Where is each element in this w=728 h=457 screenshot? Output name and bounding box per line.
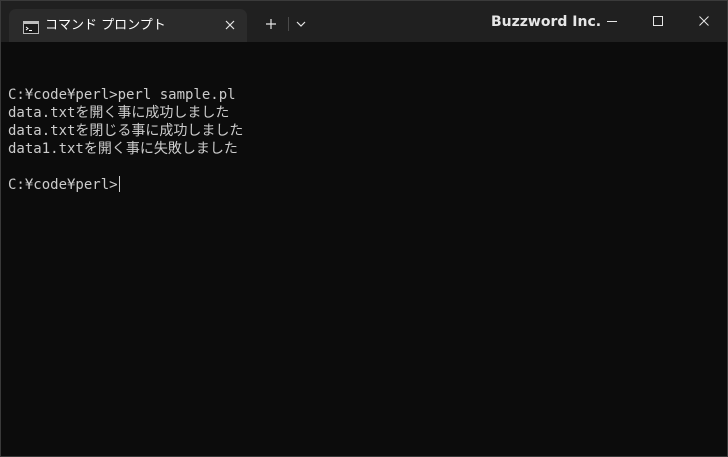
terminal-line: C:¥code¥perl>perl sample.pl <box>8 87 236 103</box>
terminal-prompt: C:¥code¥perl> <box>8 177 118 193</box>
plus-icon <box>266 19 276 29</box>
command-prompt-icon <box>23 19 39 34</box>
terminal-window: コマンド プロンプト Buzzword Inc. C:¥code¥perl>pe… <box>0 0 728 457</box>
close-icon <box>225 20 235 30</box>
title-bar[interactable]: コマンド プロンプト Buzzword Inc. <box>1 1 727 42</box>
close-icon <box>699 16 709 26</box>
maximize-button[interactable] <box>635 1 681 41</box>
chevron-down-icon <box>296 21 306 27</box>
terminal-line: data.txtを閉じる事に成功しました <box>8 123 244 139</box>
window-close-button[interactable] <box>681 1 727 41</box>
maximize-icon <box>653 16 663 26</box>
new-tab-button[interactable] <box>259 12 283 36</box>
minimize-icon <box>607 21 617 22</box>
terminal-line: data.txtを開く事に成功しました <box>8 105 230 121</box>
tab-command-prompt[interactable]: コマンド プロンプト <box>9 9 247 42</box>
brand-label: Buzzword Inc. <box>491 14 602 30</box>
titlebar-separator <box>288 17 289 31</box>
tab-dropdown-button[interactable] <box>291 12 311 36</box>
terminal-output[interactable]: C:¥code¥perl>perl sample.pl data.txtを開く事… <box>1 42 727 456</box>
tab-close-button[interactable] <box>221 16 239 34</box>
tab-title: コマンド プロンプト <box>45 18 166 33</box>
terminal-prompt-line[interactable]: C:¥code¥perl> <box>8 176 243 194</box>
minimize-button[interactable] <box>589 1 635 41</box>
text-cursor <box>118 176 120 192</box>
terminal-lines: C:¥code¥perl>perl sample.pl data.txtを開く事… <box>8 68 243 194</box>
terminal-line: data1.txtを開く事に失敗しました <box>8 141 238 157</box>
